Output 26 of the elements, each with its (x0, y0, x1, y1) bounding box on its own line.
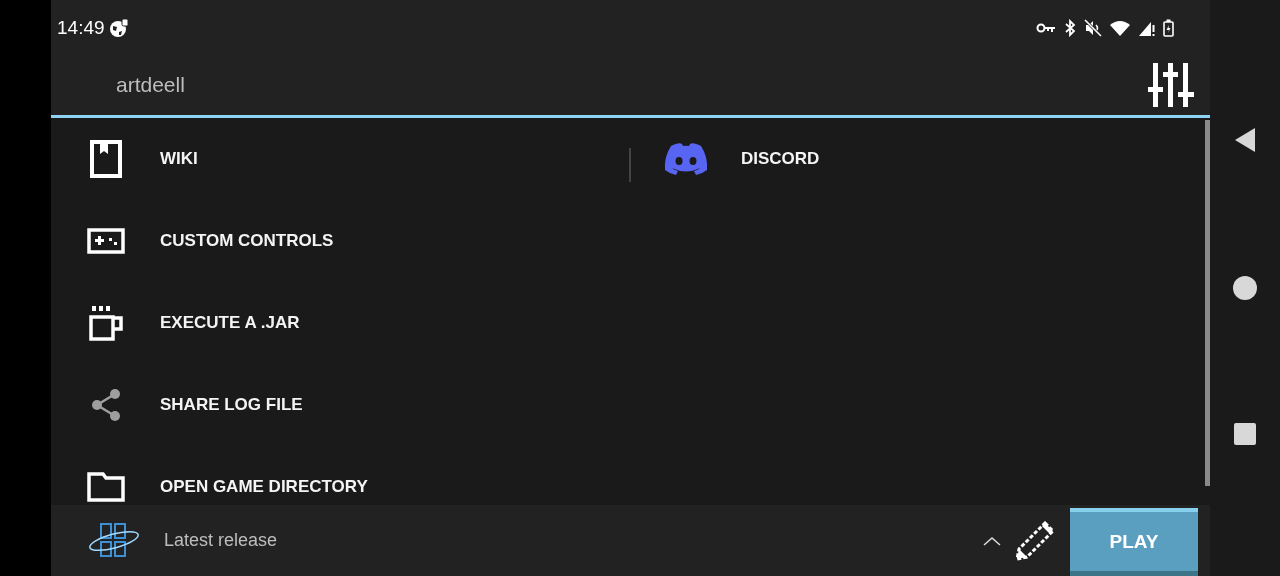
menu-item[interactable]: OPEN GAME DIRECTORY (51, 446, 629, 505)
back-icon[interactable] (1233, 127, 1257, 153)
menu-item[interactable]: WIKI (51, 118, 629, 200)
bookmark-book-icon (89, 140, 122, 178)
gamepad-icon (86, 228, 125, 254)
menu-item[interactable]: SHARE LOG FILE (51, 364, 629, 446)
muted-speaker-icon (1084, 18, 1102, 37)
menu-item[interactable]: CUSTOM CONTROLS (51, 200, 629, 282)
wifi-icon (1109, 19, 1131, 36)
caret-up-icon[interactable] (983, 535, 1001, 546)
folder-icon (86, 472, 125, 502)
pencil-icon[interactable] (1015, 520, 1055, 561)
menu-item[interactable]: DISCORD (631, 118, 1198, 200)
cup-icon (87, 305, 124, 341)
globe-icon (108, 17, 129, 38)
status-time: 14:49 (57, 16, 105, 39)
share-icon (89, 388, 122, 422)
account-name[interactable]: artdeell (116, 73, 1148, 97)
battery-icon (1163, 18, 1174, 37)
menu-item[interactable]: EXECUTE A .JAR (51, 282, 629, 364)
key-icon (1036, 21, 1056, 34)
version-selector[interactable]: Latest release (164, 530, 983, 551)
home-icon[interactable] (1232, 275, 1258, 301)
game-controller-face-icon (663, 142, 709, 176)
settings-icon[interactable] (1148, 63, 1196, 107)
bluetooth-icon (1063, 18, 1077, 37)
